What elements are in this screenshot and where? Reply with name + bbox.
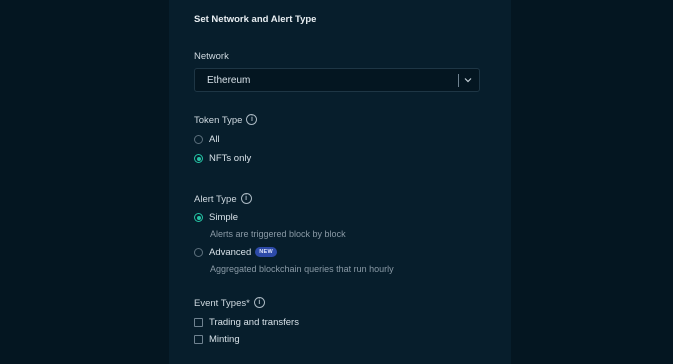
checkbox[interactable] [194,335,203,344]
option-label: Minting [209,334,240,345]
info-icon[interactable]: i [253,297,265,308]
radio-button[interactable] [194,135,203,144]
event-types-label: Event Types* i [194,297,265,310]
event-type-option-minting[interactable]: Minting [194,334,240,345]
option-description: Aggregated blockchain queries that run h… [210,264,394,274]
info-icon[interactable]: i [246,114,258,125]
radio-button-checked[interactable] [194,213,203,222]
event-type-option-trading[interactable]: Trading and transfers [194,317,299,328]
alert-type-option-simple[interactable]: Simple [194,212,238,223]
event-types-label-text: Event Types* [194,298,250,310]
network-label: Network [194,51,229,62]
alert-type-label-text: Alert Type [194,194,237,206]
new-badge: NEW [255,246,277,257]
radio-button[interactable] [194,248,203,257]
section-heading: Set Network and Alert Type [194,14,317,25]
token-type-option-all[interactable]: All [194,134,220,145]
network-select-value: Ethereum [207,75,251,86]
alert-type-label: Alert Type i [194,193,252,206]
chevron-down-icon[interactable] [463,75,473,85]
option-description: Alerts are triggered block by block [210,229,346,239]
option-label: Trading and transfers [209,317,299,328]
token-type-label-text: Token Type [194,115,243,127]
radio-button-checked[interactable] [194,154,203,163]
alert-type-option-advanced[interactable]: Advanced NEW [194,246,277,258]
info-icon[interactable]: i [240,193,252,204]
option-label: NFTs only [209,153,252,164]
checkbox[interactable] [194,318,203,327]
option-label: Advanced [209,247,252,258]
select-divider [458,74,459,87]
network-select[interactable]: Ethereum [194,68,480,92]
token-type-label: Token Type i [194,114,258,127]
option-label: Simple [209,212,239,223]
option-label: All [209,134,220,145]
token-type-option-nfts-only[interactable]: NFTs only [194,153,251,164]
